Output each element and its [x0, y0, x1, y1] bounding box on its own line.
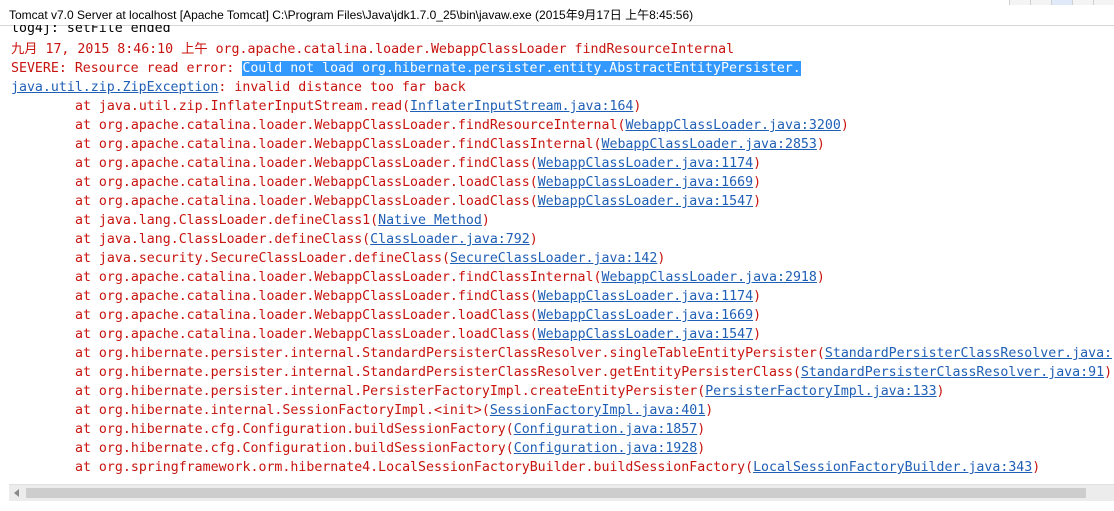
exception-message: : invalid distance too far back: [218, 80, 466, 95]
console-toolbar: [1009, 0, 1114, 6]
stack-frame-end: ): [1032, 460, 1041, 475]
stack-frame-text: at org.springframework.orm.hibernate4.Lo…: [75, 460, 754, 475]
source-link[interactable]: WebappClassLoader.java:1174: [538, 289, 753, 304]
console-title: Tomcat v7.0 Server at localhost [Apache …: [9, 8, 694, 22]
stack-frame: at java.util.zip.InflaterInputStream.rea…: [75, 97, 641, 116]
source-link[interactable]: WebappClassLoader.java:1174: [538, 156, 753, 171]
stack-frame: at org.apache.catalina.loader.WebappClas…: [75, 306, 761, 325]
stack-frame-end: ): [529, 232, 538, 247]
scrollbar-thumb[interactable]: [26, 488, 1086, 498]
console-line: 九月 17, 2015 8:46:10 上午 org.apache.catali…: [11, 42, 735, 57]
stack-frame-text: at java.security.SecureClassLoader.defin…: [75, 251, 450, 266]
stack-frame-text: at org.apache.catalina.loader.WebappClas…: [75, 308, 538, 323]
stack-frame-text: at org.apache.catalina.loader.WebappClas…: [75, 270, 602, 285]
stack-frame-end: ): [481, 213, 490, 228]
source-link[interactable]: SecureClassLoader.java:142: [450, 251, 657, 266]
stack-frame-end: ): [753, 175, 762, 190]
stack-frame: at java.security.SecureClassLoader.defin…: [75, 249, 665, 268]
severe-prefix: SEVERE: Resource read error:: [11, 61, 243, 76]
stack-frame: at org.hibernate.persister.internal.Stan…: [75, 344, 1112, 363]
stack-frame: at org.hibernate.persister.internal.Stan…: [75, 363, 1112, 382]
source-link[interactable]: WebappClassLoader.java:2853: [602, 137, 817, 152]
stack-frame-end: ): [697, 441, 706, 456]
console-line: log4j: setFile ended: [11, 25, 171, 36]
stack-frame: at org.apache.catalina.loader.WebappClas…: [75, 192, 761, 211]
stack-frame-end: ): [705, 403, 714, 418]
stack-frame-end: ): [753, 194, 762, 209]
source-link[interactable]: StandardPersisterClassResolver.java:: [825, 346, 1112, 361]
stack-frame: at org.apache.catalina.loader.WebappClas…: [75, 325, 761, 344]
stack-frame-text: at org.hibernate.internal.SessionFactory…: [75, 403, 490, 418]
exception-line: java.util.zip.ZipException: invalid dist…: [11, 78, 466, 97]
exception-link[interactable]: java.util.zip.ZipException: [11, 80, 218, 95]
stack-frame: at java.lang.ClassLoader.defineClass(Cla…: [75, 230, 538, 249]
source-link[interactable]: SessionFactoryImpl.java:401: [490, 403, 705, 418]
stack-frame: at org.apache.catalina.loader.WebappClas…: [75, 173, 761, 192]
stack-frame-text: at org.apache.catalina.loader.WebappClas…: [75, 137, 602, 152]
stack-frame: at org.springframework.orm.hibernate4.Lo…: [75, 458, 1040, 477]
stack-frame: at org.hibernate.cfg.Configuration.build…: [75, 439, 705, 458]
source-link[interactable]: WebappClassLoader.java:1547: [538, 327, 753, 342]
toolbar-button[interactable]: [1072, 0, 1093, 5]
scroll-left-arrow-icon[interactable]: [9, 485, 25, 501]
stack-frame-text: at java.lang.ClassLoader.defineClass1(: [75, 213, 379, 228]
stack-frame-end: ): [816, 137, 825, 152]
selected-text[interactable]: Could not load org.hibernate.persister.e…: [242, 61, 801, 76]
horizontal-scrollbar[interactable]: [9, 484, 1114, 501]
source-link[interactable]: Configuration.java:1928: [514, 441, 697, 456]
source-link[interactable]: InflaterInputStream.java:164: [410, 99, 633, 114]
stack-frame-end: ): [816, 270, 825, 285]
source-link[interactable]: WebappClassLoader.java:3200: [625, 118, 840, 133]
stack-frame-end: ): [936, 384, 945, 399]
toolbar-button[interactable]: [1009, 0, 1030, 5]
stack-frame: at java.lang.ClassLoader.defineClass1(Na…: [75, 211, 490, 230]
stack-frame-end: ): [1104, 365, 1113, 380]
stack-frame-text: at java.lang.ClassLoader.defineClass(: [75, 232, 371, 247]
stack-frame: at org.apache.catalina.loader.WebappClas…: [75, 116, 849, 135]
source-link[interactable]: WebappClassLoader.java:1547: [538, 194, 753, 209]
stack-frame-text: at java.util.zip.InflaterInputStream.rea…: [75, 99, 411, 114]
stack-frame: at org.hibernate.internal.SessionFactory…: [75, 401, 713, 420]
stack-frame-text: at org.hibernate.persister.internal.Stan…: [75, 346, 825, 361]
source-link[interactable]: LocalSessionFactoryBuilder.java:343: [753, 460, 1032, 475]
toolbar-button[interactable]: [1051, 0, 1072, 5]
stack-frame: at org.apache.catalina.loader.WebappClas…: [75, 135, 825, 154]
stack-frame: at org.hibernate.cfg.Configuration.build…: [75, 420, 705, 439]
stack-frame-end: ): [840, 118, 849, 133]
severe-line: SEVERE: Resource read error: Could not l…: [11, 59, 801, 78]
stack-frame-text: at org.apache.catalina.loader.WebappClas…: [75, 194, 538, 209]
stack-frame-end: ): [633, 99, 642, 114]
stack-frame-end: ): [697, 422, 706, 437]
console-output[interactable]: log4j: setFile ended 九月 17, 2015 8:46:10…: [0, 25, 1114, 483]
stack-frame: at org.apache.catalina.loader.WebappClas…: [75, 154, 761, 173]
stack-frame-text: at org.hibernate.persister.internal.Pers…: [75, 384, 706, 399]
source-link[interactable]: Configuration.java:1857: [514, 422, 697, 437]
stack-frame: at org.apache.catalina.loader.WebappClas…: [75, 287, 761, 306]
source-link[interactable]: WebappClassLoader.java:2918: [602, 270, 817, 285]
console-title-bar: Tomcat v7.0 Server at localhost [Apache …: [0, 0, 1114, 26]
stack-frame-end: ): [753, 156, 762, 171]
toolbar-button[interactable]: [1030, 0, 1051, 5]
source-link[interactable]: PersisterFactoryImpl.java:133: [705, 384, 936, 399]
stack-frame-text: at org.apache.catalina.loader.WebappClas…: [75, 156, 538, 171]
stack-frame-end: ): [753, 308, 762, 323]
source-link[interactable]: Native Method: [378, 213, 482, 228]
source-link[interactable]: ClassLoader.java:792: [370, 232, 530, 247]
stack-frame-end: ): [753, 327, 762, 342]
stack-frame-text: at org.hibernate.cfg.Configuration.build…: [75, 441, 514, 456]
stack-frame-text: at org.apache.catalina.loader.WebappClas…: [75, 175, 538, 190]
stack-frame-end: ): [753, 289, 762, 304]
stack-frame-text: at org.apache.catalina.loader.WebappClas…: [75, 118, 626, 133]
stack-frame-text: at org.apache.catalina.loader.WebappClas…: [75, 327, 538, 342]
stack-frame: at org.apache.catalina.loader.WebappClas…: [75, 268, 825, 287]
source-link[interactable]: StandardPersisterClassResolver.java:91: [801, 365, 1104, 380]
toolbar-button[interactable]: [1093, 0, 1114, 5]
stack-frame: at org.hibernate.persister.internal.Pers…: [75, 382, 945, 401]
stack-frame-end: ): [657, 251, 666, 266]
source-link[interactable]: WebappClassLoader.java:1669: [538, 175, 753, 190]
stack-frame-text: at org.apache.catalina.loader.WebappClas…: [75, 289, 538, 304]
source-link[interactable]: WebappClassLoader.java:1669: [538, 308, 753, 323]
stack-frame-text: at org.hibernate.cfg.Configuration.build…: [75, 422, 514, 437]
stack-frame-text: at org.hibernate.persister.internal.Stan…: [75, 365, 801, 380]
